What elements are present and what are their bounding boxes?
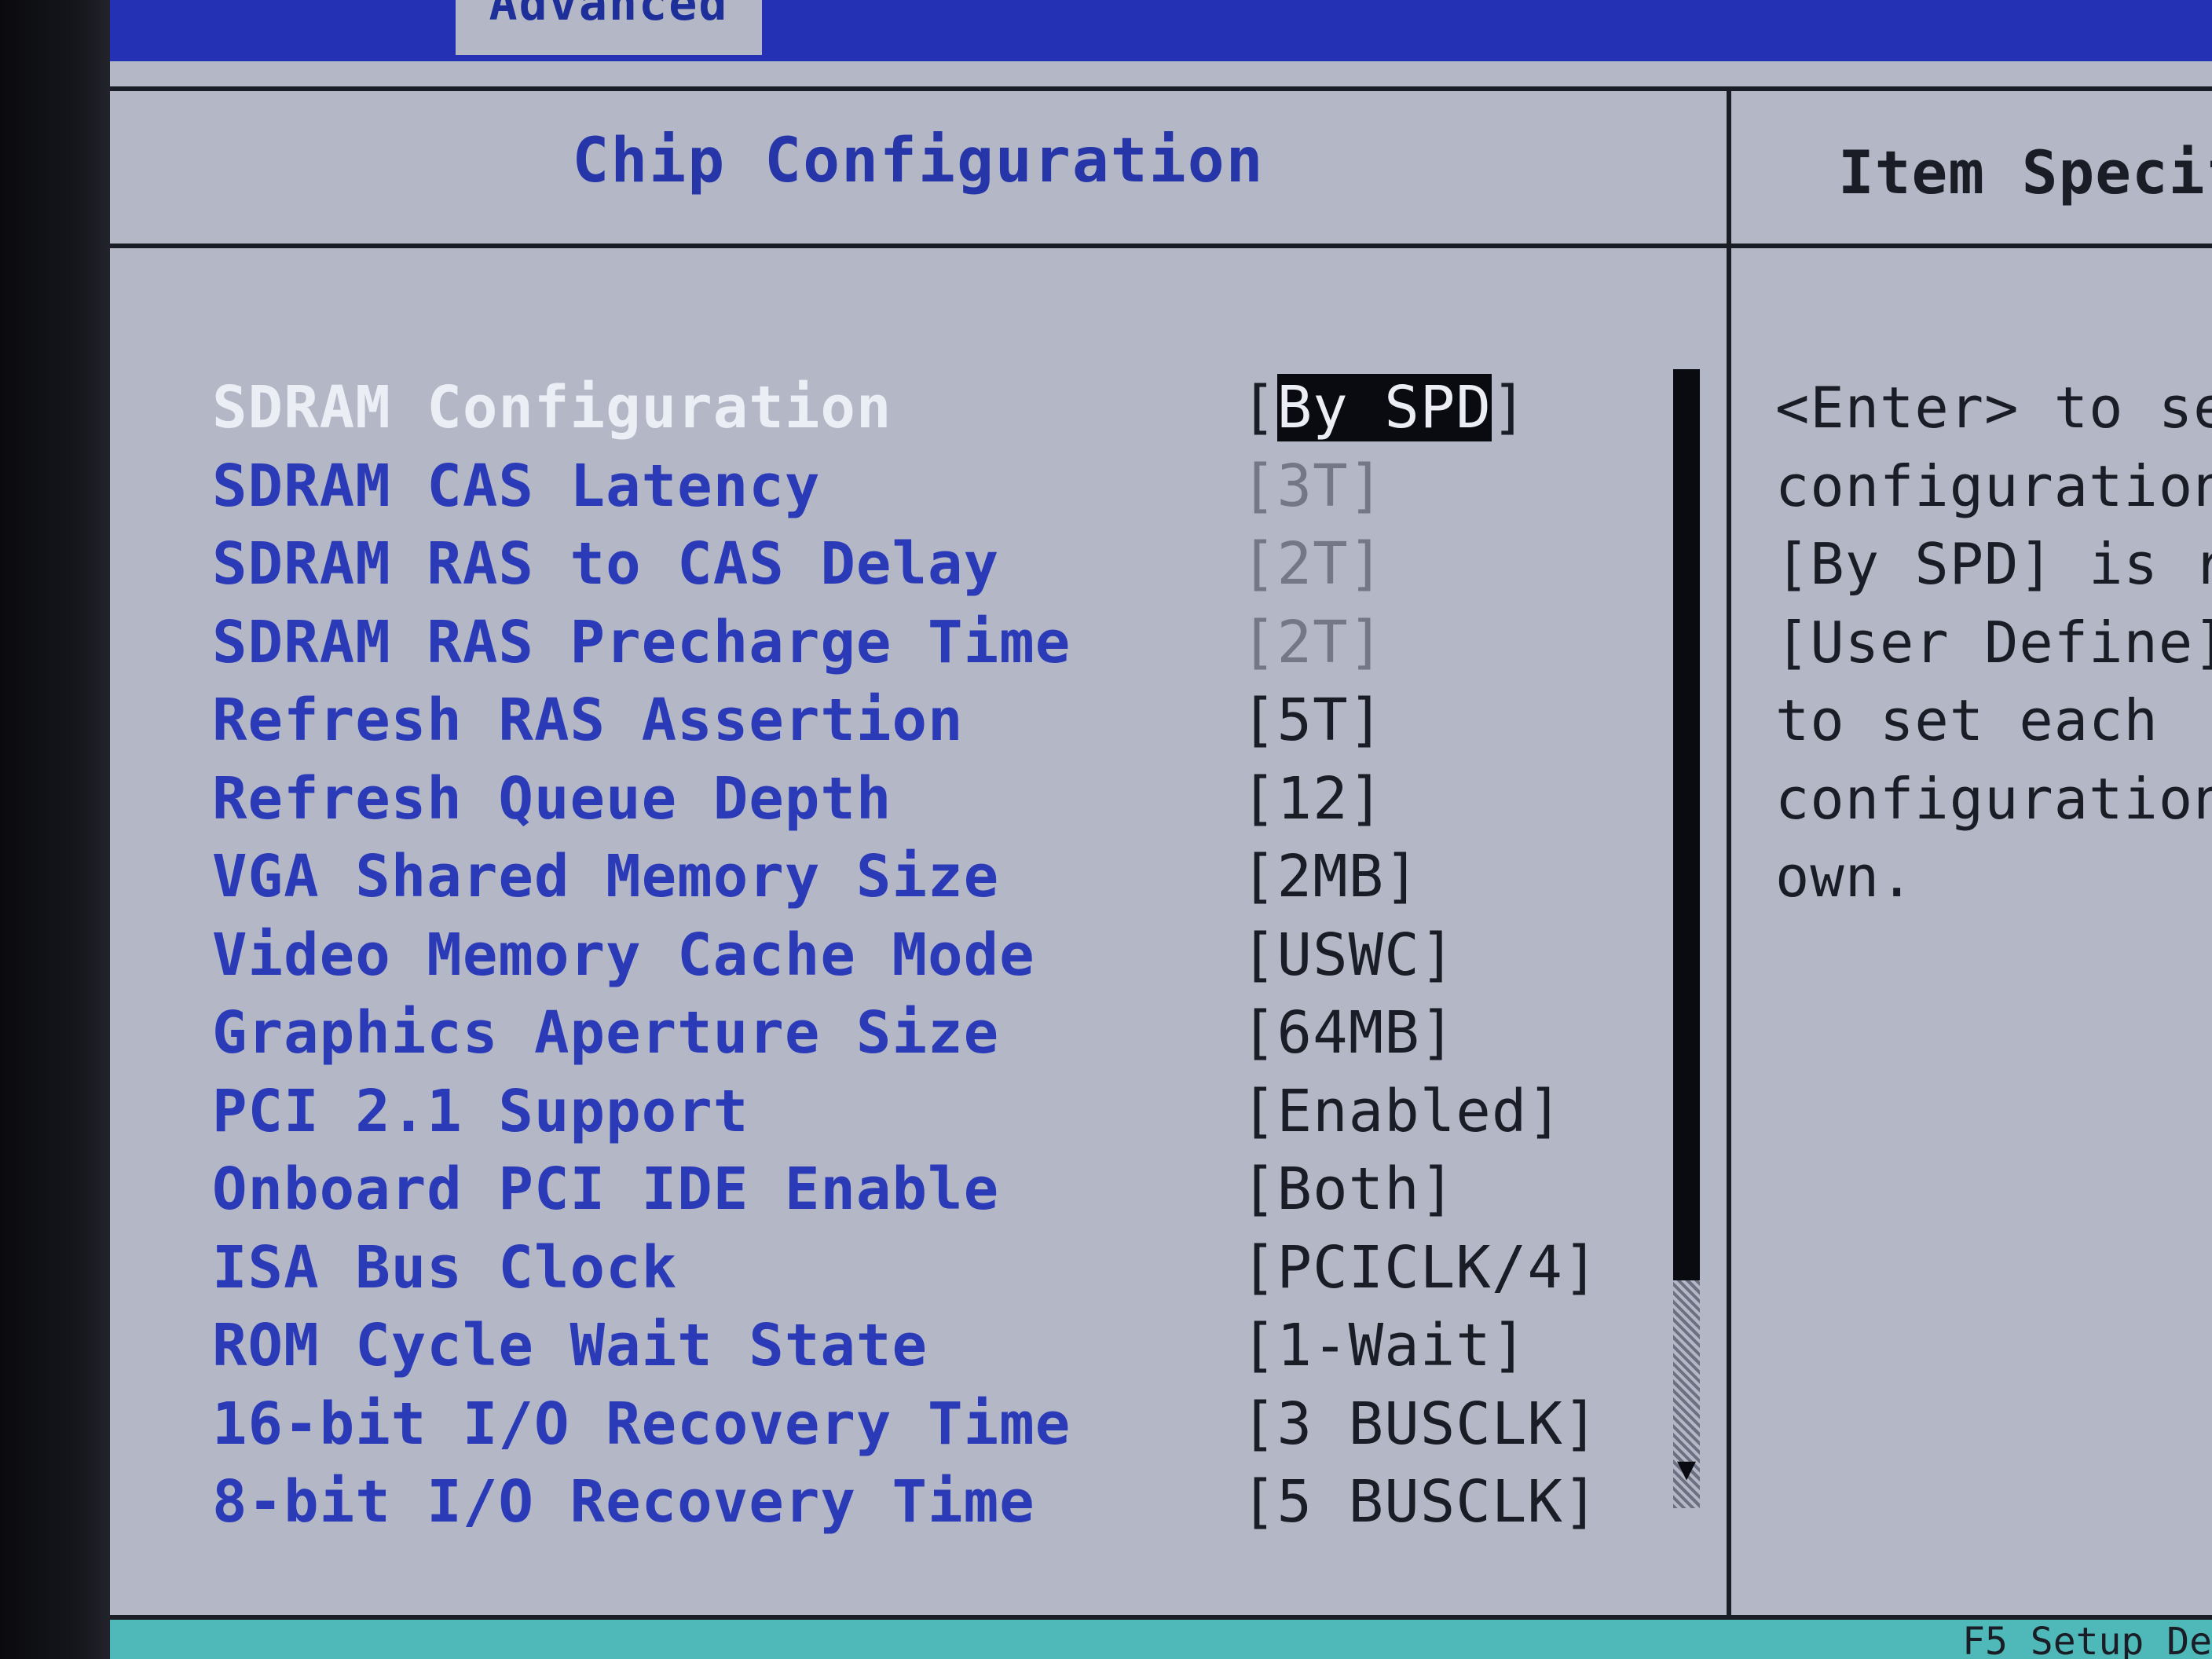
- setting-label: 16-bit I/O Recovery Time: [212, 1390, 1071, 1458]
- value-bracket-open: [: [1241, 374, 1277, 441]
- help-line: [User Define] a: [1775, 609, 2212, 676]
- footer-bar: F5 Setup De: [110, 1620, 2212, 1659]
- setting-value[interactable]: [12]: [1241, 760, 1384, 839]
- setting-value[interactable]: [1-Wait]: [1241, 1307, 1527, 1386]
- setting-row[interactable]: SDRAM RAS Precharge Time [2T]: [212, 604, 1689, 683]
- header-divider-top: [110, 86, 2212, 91]
- setting-label: SDRAM RAS Precharge Time: [212, 608, 1071, 676]
- help-line: [By SPD] is rec: [1775, 531, 2212, 597]
- setting-label: Graphics Aperture Size: [212, 999, 1000, 1067]
- panel-divider: [1727, 86, 1731, 1618]
- setting-label: ISA Bus Clock: [212, 1233, 678, 1302]
- setting-label: 8-bit I/O Recovery Time: [212, 1468, 1035, 1536]
- setting-label: Refresh RAS Assertion: [212, 687, 964, 754]
- setting-label: ROM Cycle Wait State: [212, 1312, 928, 1379]
- help-panel-title: Item Specific: [1838, 137, 2212, 207]
- value-bracket-close: ]: [1491, 374, 1528, 441]
- setting-value[interactable]: [5 BUSCLK]: [1241, 1463, 1599, 1542]
- setting-value[interactable]: [2MB]: [1241, 838, 1420, 917]
- setting-row[interactable]: SDRAM Configuration [By SPD]: [212, 369, 1689, 448]
- header-divider-bottom: [110, 244, 2212, 248]
- setting-row[interactable]: 8-bit I/O Recovery Time [5 BUSCLK]: [212, 1463, 1689, 1542]
- setting-row[interactable]: ISA Bus Clock [PCICLK/4]: [212, 1229, 1689, 1308]
- menu-bar: Advanced: [110, 0, 2212, 61]
- setting-value: [2T]: [1241, 608, 1385, 676]
- setting-label: SDRAM RAS to CAS Delay: [212, 530, 1000, 598]
- setting-label: SDRAM CAS Latency: [212, 452, 821, 520]
- setting-value[interactable]: [5T]: [1241, 682, 1384, 760]
- monitor-bezel: [0, 0, 110, 1659]
- page-title: Chip Configuration: [572, 126, 1265, 196]
- setting-value[interactable]: [PCICLK/4]: [1241, 1229, 1599, 1308]
- settings-list: SDRAM Configuration [By SPD] SDRAM CAS Lat…: [212, 369, 1689, 1542]
- setting-label: PCI 2.1 Support: [212, 1077, 749, 1145]
- setting-label: Onboard PCI IDE Enable: [212, 1155, 1000, 1223]
- setting-row[interactable]: SDRAM RAS to CAS Delay [2T]: [212, 526, 1689, 604]
- setting-row[interactable]: Graphics Aperture Size [64MB]: [212, 994, 1689, 1073]
- setting-row[interactable]: Refresh RAS Assertion [5T]: [212, 682, 1689, 760]
- help-line: <Enter> to sele: [1775, 375, 2212, 441]
- triangle-down-icon[interactable]: ▼: [1673, 1445, 1700, 1492]
- setting-label: Video Memory Cache Mode: [212, 921, 1035, 989]
- footer-hint: F5 Setup De: [1962, 1620, 2212, 1659]
- setting-row[interactable]: VGA Shared Memory Size [2MB]: [212, 838, 1689, 917]
- setting-value: [2T]: [1241, 530, 1385, 598]
- setting-value[interactable]: [64MB]: [1241, 994, 1456, 1073]
- setting-label: VGA Shared Memory Size: [212, 843, 1000, 910]
- setting-row[interactable]: Onboard PCI IDE Enable [Both]: [212, 1151, 1689, 1229]
- setting-row[interactable]: Video Memory Cache Mode [USWC]: [212, 917, 1689, 995]
- setting-row[interactable]: ROM Cycle Wait State [1-Wait]: [212, 1307, 1689, 1386]
- setting-row[interactable]: SDRAM CAS Latency [3T]: [212, 448, 1689, 526]
- setting-row[interactable]: 16-bit I/O Recovery Time [3 BUSCLK]: [212, 1386, 1689, 1464]
- setting-row[interactable]: PCI 2.1 Support [Enabled]: [212, 1073, 1689, 1152]
- help-text: <Enter> to sele configuration. [By SPD] is…: [1775, 369, 2212, 917]
- setting-value[interactable]: [Enabled]: [1241, 1073, 1563, 1152]
- setting-value[interactable]: [USWC]: [1241, 917, 1456, 995]
- value-highlight[interactable]: By SPD: [1276, 374, 1492, 441]
- help-line: configuration.: [1775, 452, 2212, 519]
- setting-value[interactable]: [3 BUSCLK]: [1241, 1386, 1599, 1464]
- help-line: to set each: [1775, 687, 2159, 753]
- setting-label: Refresh Queue Depth: [212, 764, 892, 833]
- setting-value[interactable]: [By SPD]: [1241, 369, 1527, 448]
- help-line: configuration o: [1775, 765, 2212, 832]
- setting-value: [3T]: [1241, 452, 1385, 520]
- setting-label: SDRAM Configuration: [212, 374, 892, 441]
- tab-advanced[interactable]: Advanced: [456, 0, 762, 55]
- bios-screen: Advanced Chip Configuration Item Specifi…: [110, 0, 2212, 1659]
- help-line: own.: [1775, 844, 1915, 910]
- setting-value[interactable]: [Both]: [1241, 1151, 1456, 1229]
- scrollbar-thumb[interactable]: [1673, 369, 1700, 1280]
- scrollbar[interactable]: ▼: [1673, 369, 1700, 1540]
- setting-row[interactable]: Refresh Queue Depth [12]: [212, 760, 1689, 839]
